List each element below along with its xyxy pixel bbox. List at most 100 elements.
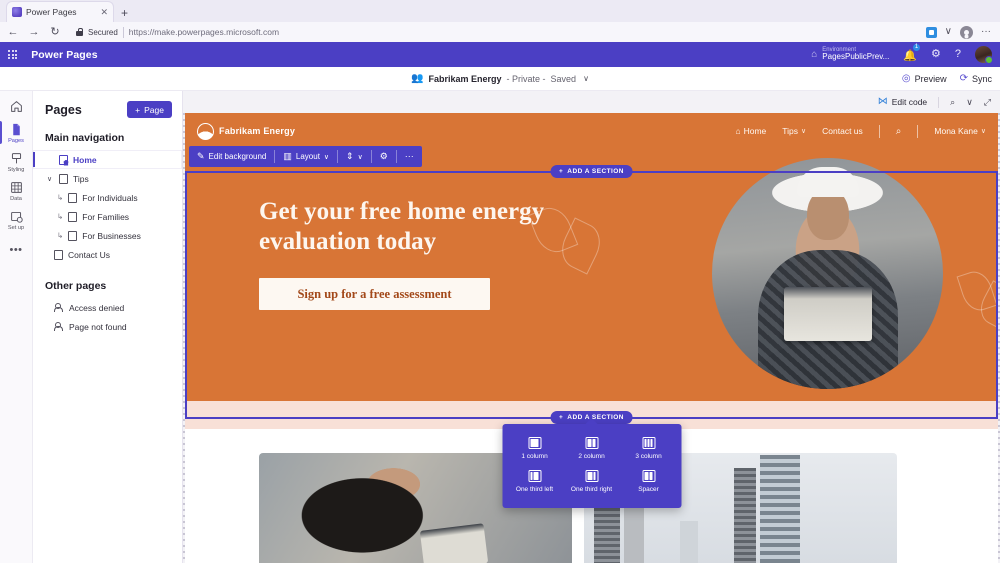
page-label: Page not found	[69, 321, 127, 332]
command-bar: 👥 Fabrikam Energy - Private - Saved ∨ ◎ …	[0, 67, 1000, 91]
divider	[917, 124, 919, 138]
rail-item-setup[interactable]: Set up	[0, 205, 33, 234]
account-name: Mona Kane	[934, 126, 978, 136]
layout-option-2-column[interactable]: 2 column	[563, 433, 620, 464]
site-save-state: Saved	[550, 73, 577, 84]
page-label: Tips	[73, 173, 89, 184]
zoom-chevron-down-icon[interactable]: ∨	[966, 97, 973, 107]
favicon-icon	[12, 7, 22, 17]
preview-button[interactable]: ◎ Preview	[901, 73, 947, 85]
main-navigation-header: Main navigation	[45, 132, 125, 144]
avatar[interactable]	[975, 46, 993, 64]
close-icon[interactable]: ✕	[100, 7, 108, 17]
waffle-icon[interactable]	[8, 49, 18, 60]
pages-icon	[9, 122, 24, 137]
design-canvas: ⋈ Edit code ⌕ ∨ ⤢ Fabrikam Energy ⌂ Home	[183, 91, 1000, 563]
page-label: Home	[73, 154, 97, 165]
nav-link-contact-us[interactable]: Contact us	[822, 126, 863, 136]
page-item-tips[interactable]: ∨ Tips	[33, 169, 182, 188]
search-icon[interactable]: ⌕	[896, 126, 902, 137]
page-item-page-not-found[interactable]: Page not found	[33, 317, 182, 336]
spacing-button[interactable]: ⇕ ∨	[338, 146, 371, 167]
add-page-button[interactable]: + Page	[127, 101, 172, 118]
expand-icon[interactable]: ⤢	[984, 97, 991, 107]
site-selector[interactable]: 👥 Fabrikam Energy - Private - Saved ∨	[411, 73, 589, 84]
logo-mark-icon	[197, 122, 214, 140]
back-icon[interactable]: ←	[7, 26, 19, 38]
rail-item-data[interactable]: Data	[0, 176, 33, 205]
command-bar-actions: ◎ Preview ⟳ Sync	[902, 67, 992, 91]
page-item-for-individuals[interactable]: ↳ For Individuals	[33, 188, 182, 207]
browser-toolbar: ← → ↻ Secured https://make.powerpages.mi…	[0, 22, 1000, 42]
chevron-down-icon[interactable]: ∨	[583, 74, 589, 83]
zoom-icon[interactable]: ⌕	[950, 97, 955, 107]
browser-menu-icon[interactable]: ···	[981, 27, 991, 37]
section-settings-button[interactable]: ⚙	[372, 146, 396, 167]
eye-icon: ◎	[901, 73, 911, 84]
rail-label-setup: Set up	[7, 225, 25, 231]
page-item-for-businesses[interactable]: ↳ For Businesses	[33, 226, 182, 245]
preview-label: Preview	[914, 74, 947, 84]
layout-option-label: 3 column	[635, 453, 662, 460]
account-menu[interactable]: Mona Kane ∨	[934, 126, 986, 136]
collections-icon[interactable]	[925, 26, 937, 38]
building-shape	[760, 455, 800, 563]
notifications-button[interactable]: 🔔 1	[903, 42, 921, 64]
hero-section[interactable]: Get your free home energy evaluation tod…	[185, 149, 998, 401]
edit-background-button[interactable]: ✎ Edit background	[189, 146, 274, 167]
edit-code-button[interactable]: ⋈ Edit code	[877, 96, 927, 108]
reload-icon[interactable]: ↻	[49, 26, 61, 38]
rail-item-styling[interactable]: Styling	[0, 147, 33, 176]
home-icon	[9, 99, 24, 114]
setup-icon	[9, 209, 24, 224]
layout-option-one-third-left[interactable]: One third left	[506, 466, 563, 497]
layout-button[interactable]: ▥ Layout ∨	[275, 146, 337, 167]
access-denied-icon	[54, 302, 64, 313]
layout-option-label: One third right	[570, 486, 613, 494]
rail-item-pages[interactable]: Pages	[0, 118, 33, 147]
nav-link-tips[interactable]: Tips ∨	[782, 126, 806, 136]
browser-tab[interactable]: Power Pages ✕	[6, 1, 114, 22]
app-bar: Power Pages ⌂ Environment PagesPublicPre…	[0, 42, 1000, 67]
nav-label: Home	[743, 126, 767, 136]
layout-icon: ▥	[283, 151, 292, 161]
new-tab-button[interactable]: +	[121, 6, 128, 22]
favorites-chevron-icon[interactable]: ∨	[945, 27, 952, 37]
forward-icon[interactable]: →	[28, 26, 40, 38]
page-item-access-denied[interactable]: Access denied	[33, 298, 182, 317]
address-bar[interactable]: Secured https://make.powerpages.microsof…	[73, 25, 917, 39]
help-icon[interactable]: ?	[955, 49, 961, 60]
layout-option-one-third-right[interactable]: One third right	[563, 466, 620, 497]
security-label: Secured	[88, 27, 118, 37]
page-icon	[68, 192, 78, 203]
browser-profile-avatar[interactable]	[960, 25, 973, 39]
page-item-home[interactable]: Home	[33, 150, 182, 169]
page-item-for-families[interactable]: ↳ For Families	[33, 207, 182, 226]
building-shape	[680, 521, 698, 563]
data-icon	[9, 180, 24, 195]
gear-icon[interactable]: ⚙	[931, 49, 941, 60]
nav-link-home[interactable]: ⌂ Home	[735, 126, 766, 136]
hero-image-tablet	[783, 287, 872, 342]
pages-panel: Pages + Page Main navigation Home ∨ Tips…	[33, 91, 183, 563]
layout-picker-popup: 1 column 2 column 3 column One third lef…	[502, 424, 681, 509]
environment-selector[interactable]: ⌂ Environment PagesPublicPrev...	[811, 47, 889, 62]
website-logo[interactable]: Fabrikam Energy	[197, 122, 295, 140]
canvas-toolbar: ⋈ Edit code ⌕ ∨ ⤢	[183, 91, 1000, 113]
section-more-button[interactable]: ···	[397, 146, 422, 167]
more-icon: ···	[404, 151, 414, 161]
page-label: For Individuals	[82, 192, 138, 203]
hero-cta-button[interactable]: Sign up for a free assessment	[259, 278, 490, 310]
chevron-down-icon[interactable]: ∨	[45, 175, 54, 183]
plus-icon: +	[559, 168, 564, 175]
sync-button[interactable]: ⟳ Sync	[960, 74, 992, 85]
rail-more-icon[interactable]: •••	[9, 244, 22, 256]
page-item-contact-us[interactable]: Contact Us	[33, 245, 182, 264]
vscode-icon: ⋈	[877, 96, 888, 107]
layout-option-1-column[interactable]: 1 column	[506, 433, 563, 464]
layout-option-3-column[interactable]: 3 column	[620, 433, 677, 464]
browser-toolbar-actions: ∨ ···	[925, 25, 993, 39]
layout-option-spacer[interactable]: Spacer	[620, 466, 677, 497]
rail-item-home[interactable]	[0, 95, 33, 118]
add-section-button-top[interactable]: + ADD A SECTION	[550, 165, 633, 178]
